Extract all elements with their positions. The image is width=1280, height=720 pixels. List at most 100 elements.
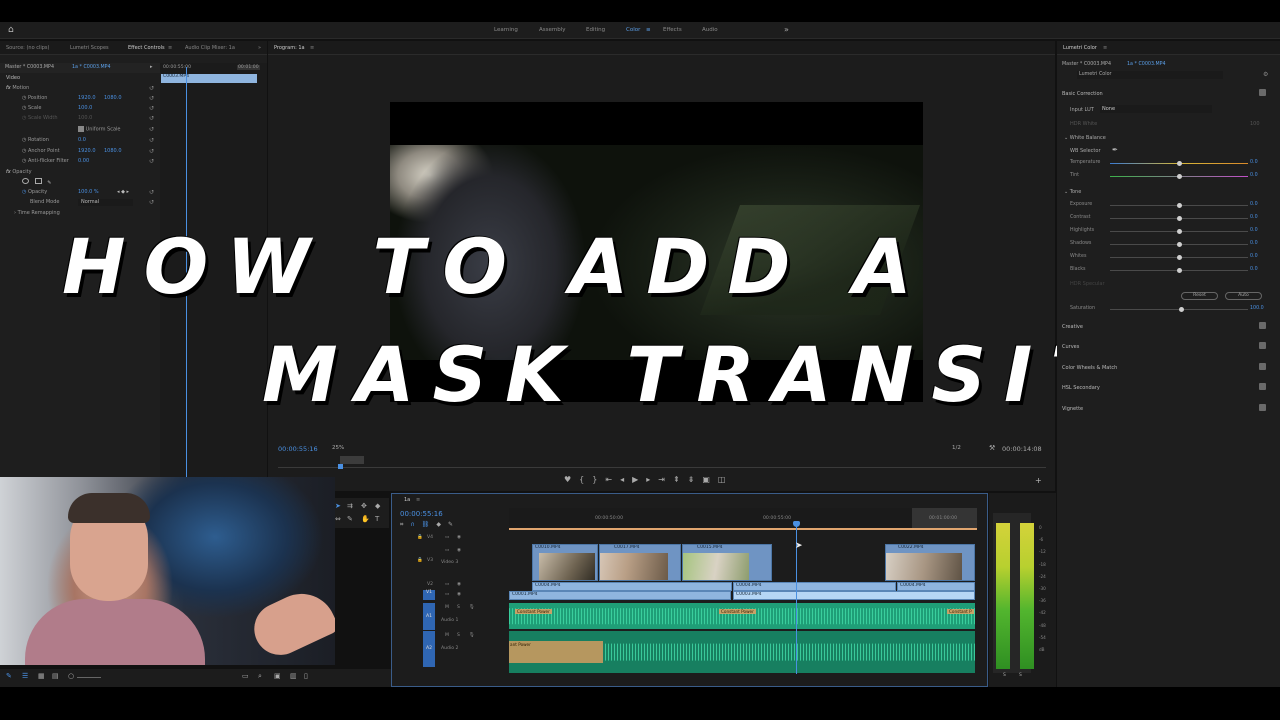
anchor-x[interactable]: 1920.0 (78, 148, 96, 154)
rotation-value[interactable]: 0.0 (78, 137, 86, 143)
workspace-learning[interactable]: Learning (494, 27, 518, 33)
section-vignette[interactable]: Vignette (1062, 406, 1083, 412)
timeline-timecode[interactable]: 00:00:55:16 (400, 510, 443, 518)
meter-solo-right[interactable]: S (1019, 673, 1022, 678)
anchor-reset-icon[interactable]: ↺ (149, 148, 154, 155)
solo-icon[interactable]: S (457, 633, 460, 638)
workspace-editing[interactable]: Editing (586, 27, 605, 33)
motion-reset-icon[interactable]: ↺ (149, 85, 154, 92)
hsl-secondary-checkbox[interactable] (1259, 383, 1266, 390)
razor-tool-icon[interactable]: ◆ (375, 502, 380, 510)
pen-tool-icon[interactable]: ✎ (347, 515, 353, 523)
track-v1-id[interactable]: V1 (423, 590, 435, 600)
slider-exposure[interactable]: Exposure 0.0 (1062, 201, 1262, 211)
track-select-icon[interactable]: ⇉ (347, 502, 353, 510)
audio-clip-a2[interactable]: ant Power (509, 631, 975, 673)
export-frame-icon[interactable]: ▣ (702, 475, 718, 484)
tab-source[interactable]: Source: (no clips) (6, 45, 49, 51)
work-area-bar[interactable] (509, 528, 977, 530)
lift-icon[interactable]: ⇞ (673, 475, 688, 484)
blacks-value[interactable]: 0.0 (1250, 267, 1258, 272)
blend-reset-icon[interactable]: ↺ (149, 199, 154, 206)
go-to-out-icon[interactable]: ⇥ (658, 475, 673, 484)
audio-transition-a2[interactable]: ant Power (509, 641, 603, 663)
zoom-slider-icon[interactable]: ○ (68, 672, 74, 680)
automate-icon[interactable]: ▭ (242, 672, 249, 680)
find-icon[interactable]: ⌕ (258, 672, 262, 681)
lumetri-effect-select[interactable]: Lumetri Color (1077, 71, 1223, 79)
blacks-knob[interactable] (1176, 268, 1182, 273)
clip-v2-2[interactable]: C0004.MP4 (733, 582, 896, 591)
solo-icon[interactable]: S (457, 605, 460, 610)
new-bin-icon[interactable]: ▣ (274, 672, 281, 680)
wrench-icon[interactable]: ⚒ (989, 444, 995, 452)
slider-blacks[interactable]: Blacks 0.0 (1062, 266, 1262, 276)
eye-icon[interactable]: ◉ (457, 582, 461, 587)
step-forward-icon[interactable]: ▸ (646, 475, 658, 484)
tab-audio-clip-mixer[interactable]: Audio Clip Mixer: 1a (185, 45, 235, 51)
scale-reset-icon[interactable]: ↺ (149, 105, 154, 112)
zoom-select[interactable]: 25% (332, 445, 344, 451)
clip-v1-2[interactable]: C0003.MP4 (733, 591, 975, 600)
scale-width-reset-icon[interactable]: ↺ (149, 115, 154, 122)
workspace-audio[interactable]: Audio (702, 27, 718, 33)
effect-motion[interactable]: fx Motion (6, 85, 29, 95)
clear-icon[interactable]: ▯ (304, 672, 308, 680)
tab-lumetri-color[interactable]: Lumetri Color (1063, 45, 1097, 51)
checkbox-checked-icon[interactable] (78, 126, 84, 132)
icon-view-icon[interactable]: ▦ (38, 672, 45, 680)
sync-lock-icon[interactable]: ▭ (445, 592, 449, 597)
lumetri-master-label[interactable]: Master * C0003.MP4 (1062, 62, 1111, 67)
zoom-slider[interactable] (77, 677, 101, 678)
extract-icon[interactable]: ⇟ (688, 475, 703, 484)
program-menu-icon[interactable]: ≡ (310, 45, 314, 51)
sequence-clip-label[interactable]: 1a * C0003.MP4 (72, 65, 111, 70)
section-hsl-secondary[interactable]: HSL Secondary (1062, 385, 1100, 391)
uniform-scale-reset-icon[interactable]: ↺ (149, 126, 154, 133)
selection-tool-icon[interactable]: ➤ (335, 502, 341, 510)
mic-icon[interactable]: 🎙 (469, 633, 475, 638)
anchor-y[interactable]: 1080.0 (104, 148, 122, 154)
sync-lock-icon[interactable]: ▭ (445, 582, 449, 587)
temperature-knob[interactable] (1176, 161, 1182, 166)
eyedropper-icon[interactable]: ✒ (1112, 146, 1118, 154)
clip-v3-4[interactable]: C0022.MP4 (885, 544, 975, 581)
contrast-value[interactable]: 0.0 (1250, 215, 1258, 220)
workspace-menu-icon[interactable]: ≡ (646, 27, 651, 33)
clip-v3-2[interactable]: C0017.MP4 (599, 544, 681, 581)
exposure-value[interactable]: 0.0 (1250, 202, 1258, 207)
input-lut-select[interactable]: None (1100, 105, 1212, 113)
tone-header[interactable]: ⌄ Tone (1064, 189, 1081, 195)
whites-value[interactable]: 0.0 (1250, 254, 1258, 259)
ripple-edit-icon[interactable]: ✥ (361, 502, 367, 510)
basic-correction-checkbox[interactable] (1259, 89, 1266, 96)
scale-value[interactable]: 100.0 (78, 105, 92, 111)
keyframe-nav-icon[interactable]: ◂ ◆ ▸ (117, 189, 129, 195)
scrubber-playhead[interactable] (338, 464, 343, 469)
program-timecode[interactable]: 00:00:55:16 (278, 445, 318, 453)
timeline-menu-icon[interactable]: ≡ (416, 497, 420, 503)
mark-in-icon[interactable]: { (579, 475, 592, 484)
tab-effect-controls[interactable]: Effect Controls (128, 45, 165, 51)
slider-temperature[interactable]: Temperature 0.0 (1062, 159, 1262, 169)
clip-v1-1[interactable]: C0001.MP4 (509, 591, 731, 600)
track-v4[interactable]: V4 🔒 ▭ ◉ (395, 533, 508, 544)
auto-button[interactable]: Auto (1225, 292, 1262, 300)
track-a1[interactable]: A1 M S 🎙 Audio 1 (395, 603, 508, 630)
play-icon[interactable]: ▶ (632, 475, 646, 484)
transition-label-1[interactable]: Constant Power (515, 609, 552, 614)
position-y[interactable]: 1080.0 (104, 95, 122, 101)
slider-tint[interactable]: Tint 0.0 (1062, 172, 1262, 182)
panel-menu-icon[interactable]: ≡ (168, 45, 172, 51)
add-marker-icon[interactable]: ◆ (436, 521, 448, 528)
go-to-in-icon[interactable]: ⇤ (605, 475, 620, 484)
sync-lock-icon[interactable]: ▭ (445, 535, 449, 540)
slider-saturation[interactable]: Saturation 100.0 (1062, 305, 1264, 315)
section-creative[interactable]: Creative (1062, 324, 1083, 330)
mute-icon[interactable]: M (445, 605, 449, 610)
reset-button[interactable]: Reset (1181, 292, 1218, 300)
lock-icon[interactable]: 🔒 (417, 535, 423, 540)
tint-knob[interactable] (1176, 174, 1182, 179)
whites-knob[interactable] (1176, 255, 1182, 260)
comparison-view-icon[interactable]: ◫ (718, 475, 734, 484)
